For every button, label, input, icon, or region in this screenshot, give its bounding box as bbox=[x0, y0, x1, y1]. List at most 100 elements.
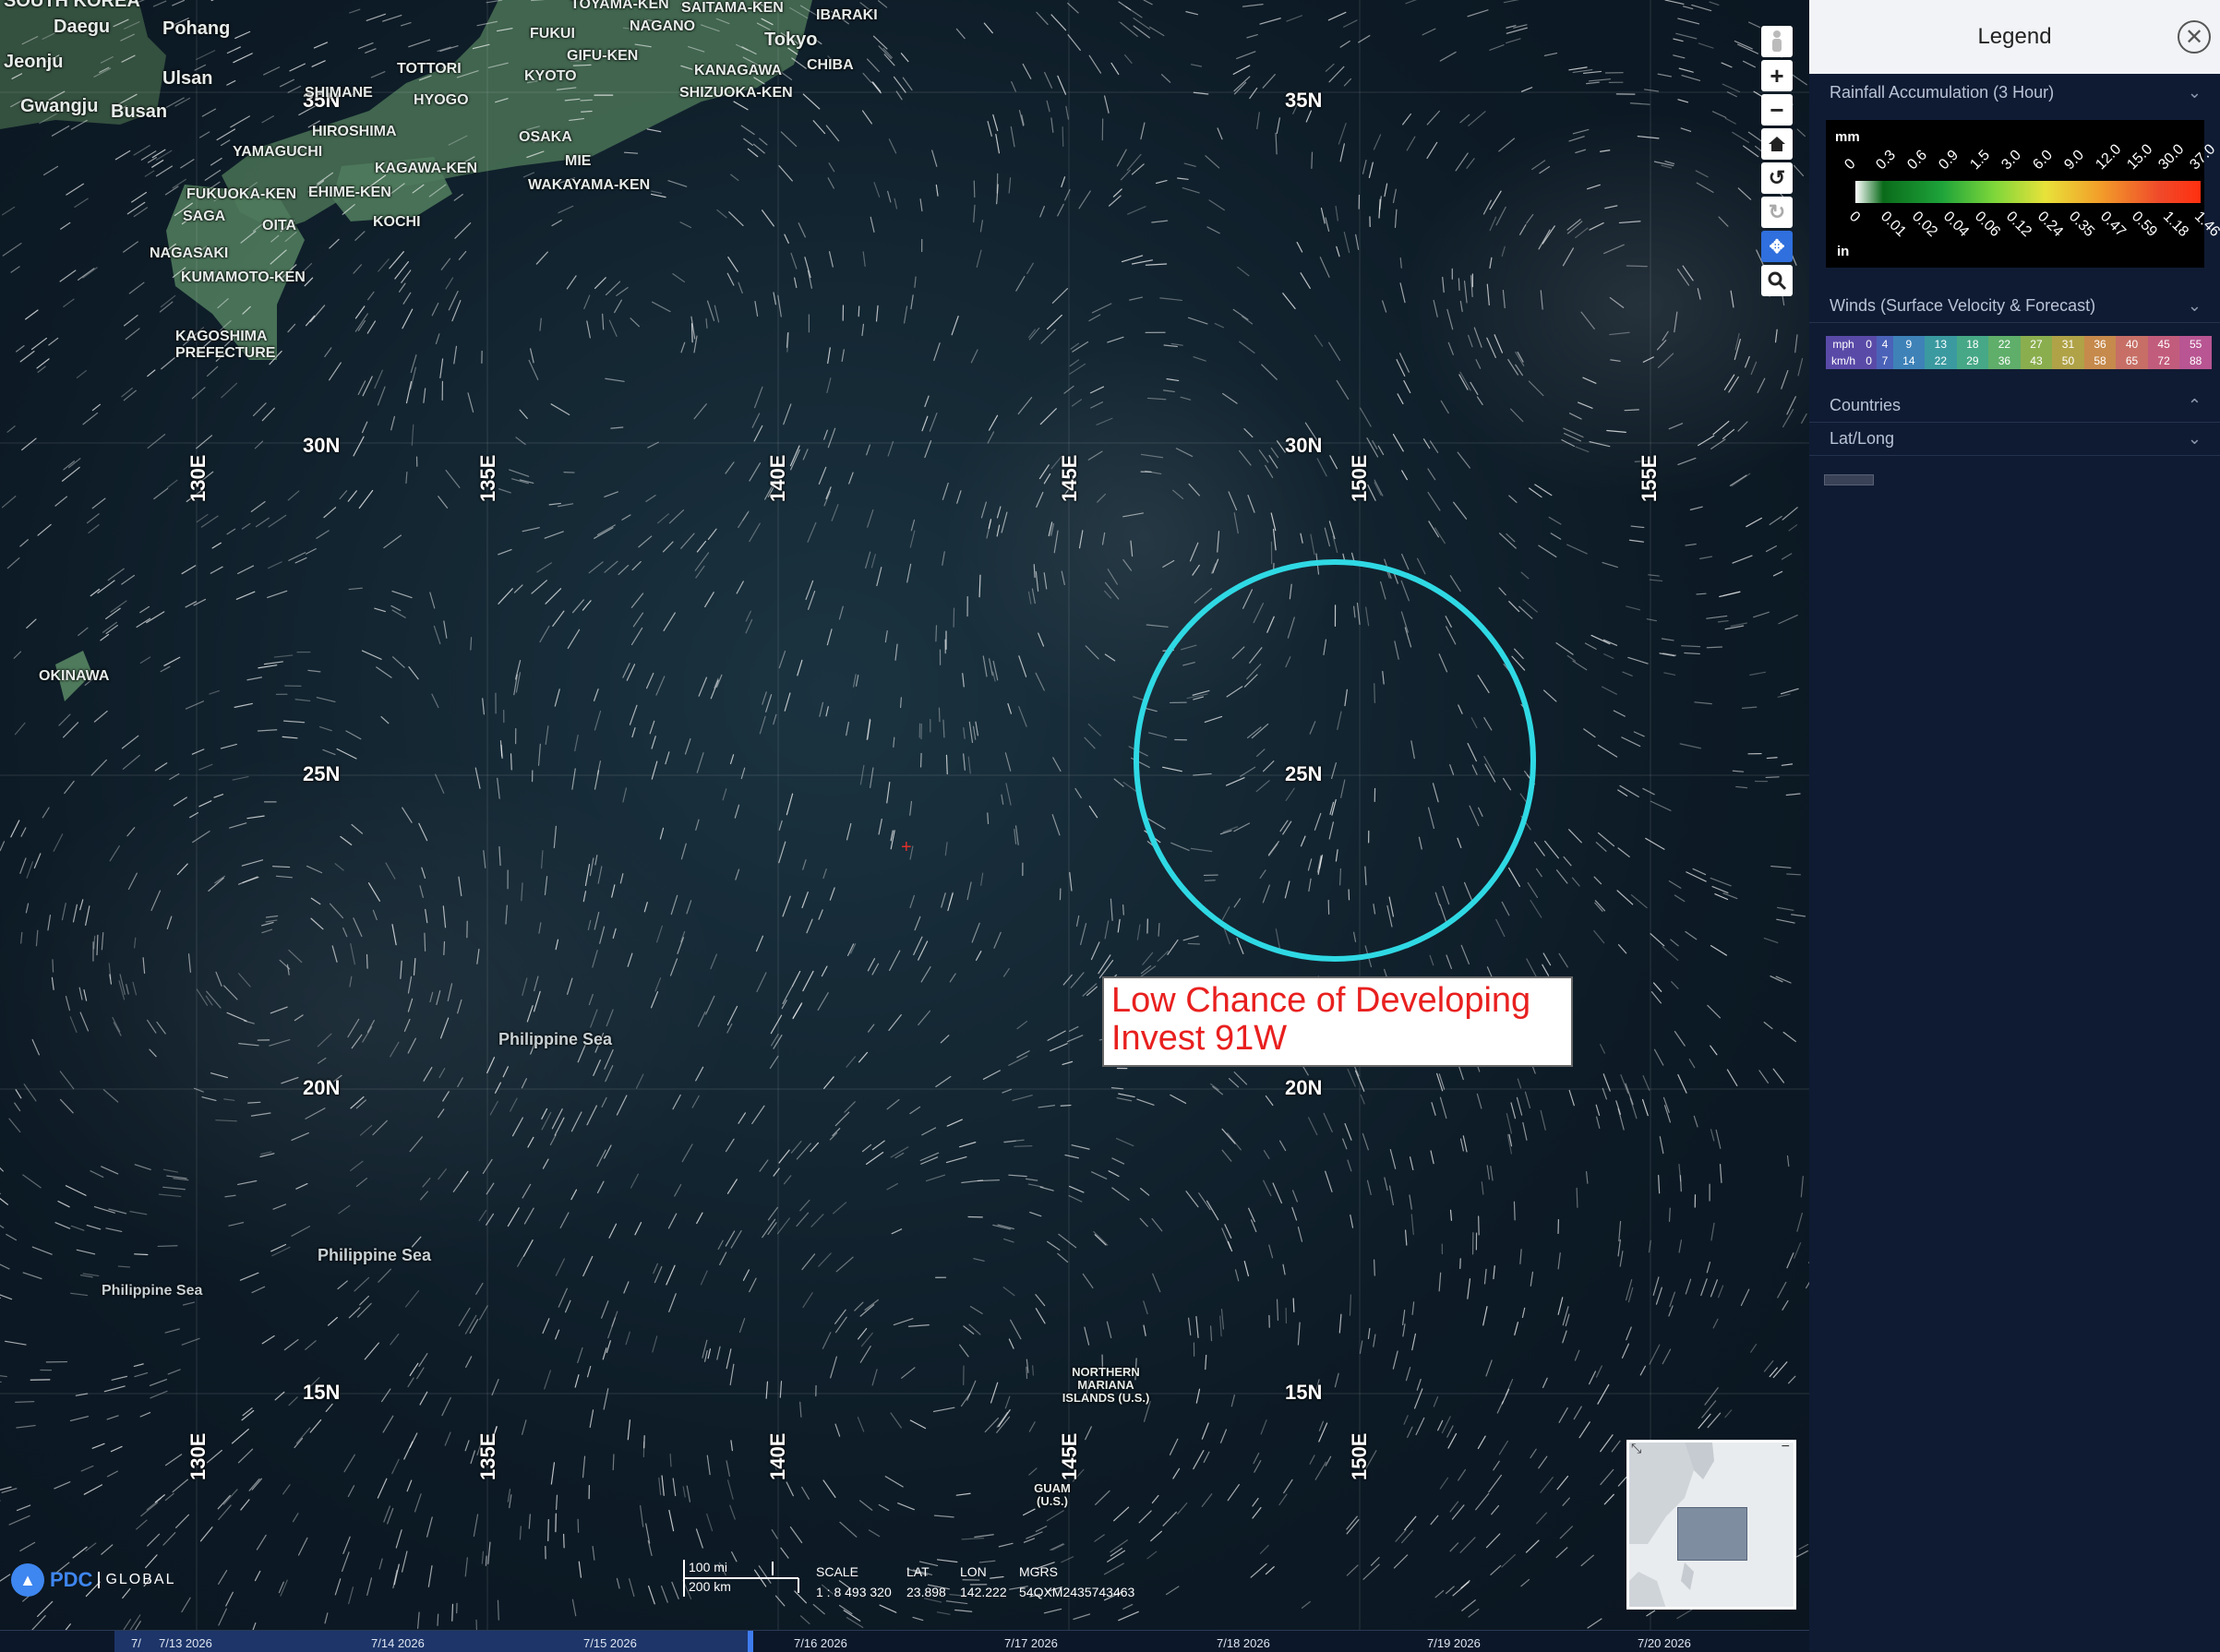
wind-streak bbox=[140, 1413, 150, 1417]
timeline-bar[interactable]: 7/ 7/13 2026 7/14 2026 7/15 2026 7/16 20… bbox=[0, 1630, 1809, 1652]
wind-streak bbox=[1631, 526, 1644, 527]
section-winds[interactable]: Winds (Surface Velocity & Forecast) ⌄ bbox=[1809, 290, 2220, 323]
wind-streak bbox=[441, 258, 450, 269]
wind-streak bbox=[106, 1228, 122, 1232]
wind-streak bbox=[406, 1291, 419, 1307]
rotate-left-icon[interactable]: ↺ bbox=[1761, 162, 1793, 194]
timeline-label-0[interactable]: 7/ bbox=[131, 1636, 141, 1650]
home-icon[interactable] bbox=[1761, 128, 1793, 160]
wind-streak bbox=[1517, 1097, 1521, 1115]
wind-streak bbox=[652, 194, 666, 197]
wind-streak bbox=[52, 126, 68, 137]
wind-streak bbox=[1164, 345, 1177, 346]
street-view-icon[interactable] bbox=[1761, 26, 1793, 57]
wind-streak bbox=[492, 1380, 498, 1395]
wind-streak bbox=[0, 1260, 9, 1269]
wind-streak bbox=[91, 760, 106, 775]
wind-streak bbox=[827, 629, 832, 645]
wind-streak bbox=[1362, 1133, 1368, 1149]
wind-streak bbox=[1340, 144, 1344, 162]
wind-streak bbox=[1693, 868, 1705, 874]
wind-streak bbox=[1630, 103, 1650, 104]
timeline-label-7[interactable]: 7/19 2026 bbox=[1427, 1636, 1481, 1650]
wind-streak bbox=[231, 116, 250, 127]
section-latlong[interactable]: Lat/Long ⌄ bbox=[1809, 423, 2220, 456]
wind-streak bbox=[474, 1514, 477, 1537]
wind-streak bbox=[947, 1119, 962, 1126]
wind-streak bbox=[1713, 112, 1726, 118]
rotate-right-icon[interactable]: ↻ bbox=[1761, 197, 1793, 228]
wind-streak bbox=[402, 808, 412, 822]
wind-streak bbox=[135, 1254, 148, 1255]
wind-streak bbox=[1474, 328, 1482, 347]
wind-streak bbox=[432, 304, 438, 316]
wind-streak bbox=[783, 988, 791, 1004]
wind-streak bbox=[1058, 1253, 1068, 1262]
zoom-in-icon[interactable]: + bbox=[1761, 60, 1793, 91]
wind-streak bbox=[913, 1617, 923, 1620]
wind-streak bbox=[288, 491, 299, 500]
wind-streak bbox=[98, 581, 114, 593]
timeline-label-4[interactable]: 7/16 2026 bbox=[794, 1636, 847, 1650]
wind-streak bbox=[1222, 1150, 1231, 1161]
wind-streak bbox=[1758, 378, 1765, 392]
latlong-line-swatch bbox=[1824, 474, 1874, 485]
wind-streak bbox=[323, 749, 335, 754]
wind-streak bbox=[468, 393, 474, 412]
timeline-label-6[interactable]: 7/18 2026 bbox=[1217, 1636, 1270, 1650]
wind-streak bbox=[775, 1596, 784, 1606]
wind-streak bbox=[1427, 111, 1439, 125]
wind-streak bbox=[404, 1442, 413, 1459]
wind-streak bbox=[1412, 1302, 1413, 1314]
zoom-box-icon[interactable] bbox=[1761, 265, 1793, 296]
wind-streak bbox=[1023, 65, 1031, 79]
wind-streak bbox=[1634, 732, 1644, 736]
chevron-down-icon: ⌄ bbox=[2188, 296, 2202, 316]
wind-streak bbox=[499, 847, 500, 866]
wind-streak bbox=[1297, 243, 1302, 252]
pan-icon[interactable]: ✥ bbox=[1761, 231, 1793, 262]
wind-streak bbox=[373, 910, 377, 919]
wind-streak bbox=[1799, 1544, 1807, 1549]
timeline-label-8[interactable]: 7/20 2026 bbox=[1638, 1636, 1691, 1650]
wind-streak bbox=[910, 531, 915, 547]
timeline-label-5[interactable]: 7/17 2026 bbox=[1004, 1636, 1058, 1650]
wind-streak bbox=[678, 938, 683, 953]
wind-mph-cell: 22 bbox=[1988, 336, 2021, 353]
zoom-out-icon[interactable]: − bbox=[1761, 94, 1793, 126]
wind-streak bbox=[212, 543, 221, 548]
minimap-collapse-icon[interactable]: − bbox=[1782, 1440, 1790, 1455]
wind-streak bbox=[16, 1402, 34, 1403]
wind-streak bbox=[581, 100, 592, 101]
wind-streak bbox=[1360, 1341, 1362, 1353]
minimap-extent[interactable] bbox=[1677, 1507, 1747, 1561]
wind-kmh-cell: 88 bbox=[2179, 353, 2212, 369]
section-countries[interactable]: Countries ⌃ bbox=[1809, 389, 2220, 423]
wind-streak bbox=[1541, 1110, 1545, 1130]
wind-streak bbox=[800, 1200, 810, 1210]
timeline-label-2[interactable]: 7/14 2026 bbox=[371, 1636, 425, 1650]
wind-streak bbox=[55, 1223, 70, 1228]
wind-streak bbox=[1026, 1532, 1042, 1538]
timeline-label-3[interactable]: 7/15 2026 bbox=[583, 1636, 637, 1650]
wind-streak bbox=[726, 1461, 729, 1477]
wind-streak bbox=[887, 1099, 899, 1108]
section-rainfall[interactable]: Rainfall Accumulation (3 Hour) ⌄ bbox=[1809, 76, 2220, 109]
close-legend-button[interactable]: ✕ bbox=[2178, 20, 2211, 54]
wind-streak bbox=[424, 1068, 432, 1082]
wind-streak bbox=[197, 989, 207, 1005]
wind-streak bbox=[829, 163, 834, 172]
wind-streak bbox=[1240, 450, 1251, 465]
map-view[interactable]: 35N 35N 30N 30N 25N 25N 20N 20N 15N 15N … bbox=[0, 0, 1809, 1630]
wind-streak bbox=[1782, 688, 1799, 693]
minimap-expand-icon[interactable]: ⤡ bbox=[1631, 1441, 1641, 1456]
wind-streak bbox=[697, 542, 705, 552]
timeline-label-1[interactable]: 7/13 2026 bbox=[159, 1636, 212, 1650]
overview-minimap[interactable]: ⤡ − bbox=[1626, 1440, 1796, 1610]
wind-streak bbox=[1242, 5, 1263, 6]
timeline-handle[interactable] bbox=[748, 1631, 753, 1652]
wind-streak bbox=[155, 1495, 164, 1502]
wind-streak bbox=[1070, 364, 1086, 374]
wind-streak bbox=[247, 816, 264, 819]
wind-streak bbox=[20, 352, 34, 362]
